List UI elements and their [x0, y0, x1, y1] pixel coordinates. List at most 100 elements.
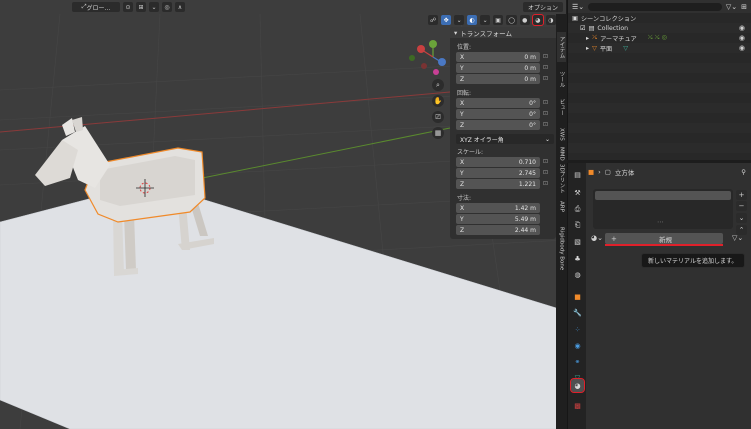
proportional-edit-toggle[interactable]: ◎ — [162, 2, 172, 12]
zoom-icon[interactable]: ⌕ — [432, 79, 444, 91]
tab-3d-print[interactable]: 3Dプリント — [557, 164, 566, 194]
pin-icon[interactable]: ⚲ — [741, 168, 746, 176]
camera-view-icon[interactable]: ⎚ — [432, 111, 444, 123]
outliner-empty-row — [568, 133, 751, 143]
transform-panel-header[interactable]: ▾ トランスフォーム — [450, 27, 556, 38]
modifier-tab-icon[interactable]: 🔧 — [571, 306, 584, 319]
scale-y-field[interactable]: Y 2.745 — [456, 168, 540, 178]
render-tab-icon[interactable]: ⎙ — [571, 203, 584, 216]
outliner-row-armature[interactable]: ▸ ⤯ アーマチュア ⤯ ⤯ ◎ ◉ — [568, 33, 751, 43]
lock-icon[interactable]: ⊡ — [543, 121, 551, 129]
material-slot-item[interactable] — [595, 191, 731, 200]
lock-icon[interactable]: ⊡ — [543, 110, 551, 118]
overlays-dropdown[interactable]: ⌄ — [454, 15, 465, 25]
wireframe-shading-button[interactable]: ◯ — [506, 15, 517, 25]
expand-arrow-icon[interactable]: ▸ — [586, 45, 589, 52]
pivot-point-dropdown[interactable]: ⊙ — [123, 2, 133, 12]
add-slot-button[interactable]: + — [736, 190, 747, 200]
world-tab-icon[interactable]: ◍ — [571, 268, 584, 281]
view-layer-tab-icon[interactable]: ▧ — [571, 235, 584, 248]
location-x-field[interactable]: X 0 m — [456, 52, 540, 62]
lock-icon[interactable]: ⊡ — [543, 53, 551, 61]
slot-specials-button[interactable]: ⌄ — [736, 213, 747, 223]
eye-icon[interactable]: ◉ — [739, 44, 745, 52]
editor-type-icon[interactable]: ▤ — [571, 168, 584, 181]
texture-tab-icon[interactable]: ▩ — [571, 399, 584, 412]
display-mode-icon[interactable]: ☰⌄ — [572, 3, 584, 11]
lock-icon[interactable]: ⊡ — [543, 169, 551, 177]
lock-icon[interactable]: ⊡ — [543, 99, 551, 107]
tab-view[interactable]: ビュー — [557, 96, 566, 118]
rotation-mode-dropdown[interactable]: XYZ オイラー角 ⌄ — [456, 134, 554, 144]
new-material-button[interactable]: + 新規 — [605, 233, 723, 246]
location-z-field[interactable]: Z 0 m — [456, 74, 540, 84]
scale-z-field[interactable]: Z 1.221 — [456, 179, 540, 189]
collection-icon: ▣ — [572, 14, 578, 22]
dimensions-x-field[interactable]: X 1.42 m — [456, 203, 540, 213]
new-collection-icon[interactable]: ⊞ — [741, 3, 747, 11]
particles-tab-icon[interactable]: ⁘ — [571, 323, 584, 336]
overlays-options-dropdown[interactable]: ⌄ — [480, 15, 491, 25]
snap-toggle[interactable]: ⊞ — [136, 2, 146, 12]
dimensions-z-field[interactable]: Z 2.44 m — [456, 225, 540, 235]
rotation-z-field[interactable]: Z 0° — [456, 120, 540, 130]
rendered-shading-button[interactable]: ◑ — [545, 15, 556, 25]
scale-x-field[interactable]: X 0.710 — [456, 157, 540, 167]
show-gizmo-toggle[interactable]: ☍ — [428, 15, 439, 25]
outliner-row-plane[interactable]: ▸ ▽ 平面 ▽ ◉ — [568, 43, 751, 53]
tab-tool[interactable]: ツール — [557, 66, 566, 92]
scale-z-value: 1.221 — [518, 180, 536, 188]
tab-arp[interactable]: ARP — [557, 196, 566, 216]
location-y-field[interactable]: Y 0 m — [456, 63, 540, 73]
expand-arrow-icon[interactable]: ▸ — [586, 35, 589, 42]
lock-icon[interactable]: ⊡ — [543, 64, 551, 72]
gizmo-toggle[interactable]: ✥ — [441, 15, 452, 25]
transform-orientation-dropdown[interactable]: ⤢ グロー... — [72, 2, 120, 12]
lock-icon[interactable]: ⊡ — [543, 75, 551, 83]
dimensions-y-field[interactable]: Y 5.49 m — [456, 214, 540, 224]
options-dropdown[interactable]: オプション — [523, 2, 563, 12]
rotation-y-field[interactable]: Y 0° — [456, 109, 540, 119]
remove-slot-button[interactable]: − — [736, 201, 747, 211]
lock-icon[interactable]: ⊡ — [543, 158, 551, 166]
constraints-tab-icon[interactable]: ⚭ — [571, 355, 584, 368]
output-tab-icon[interactable]: ⎗ — [571, 219, 584, 232]
material-browse-icon[interactable]: ◕⌄ — [591, 234, 603, 242]
material-preview-shading-button[interactable]: ◕ — [531, 14, 544, 26]
dimensions-z-value: 2.44 m — [514, 226, 536, 234]
orientation-gizmo[interactable] — [409, 40, 446, 75]
scene-tab-icon[interactable]: ♣ — [571, 252, 584, 265]
filter-icon[interactable]: ▽⌄ — [726, 3, 737, 11]
falloff-dropdown[interactable]: ∧ — [175, 2, 185, 12]
eye-icon[interactable]: ◉ — [739, 24, 745, 32]
pan-hand-icon[interactable]: ✋ — [432, 95, 444, 107]
rotation-x-field[interactable]: X 0° — [456, 98, 540, 108]
outliner-search-input[interactable] — [588, 2, 722, 11]
material-tab-icon[interactable]: ◕ — [570, 378, 585, 393]
object-tab-icon[interactable]: ■ — [571, 290, 584, 303]
tab-xws[interactable]: XWS — [557, 126, 566, 142]
perspective-toggle-icon[interactable]: ▦ — [432, 127, 444, 139]
resize-handle-icon[interactable]: ⋯ — [657, 218, 664, 226]
snap-target-dropdown[interactable]: ⌄ — [149, 2, 159, 12]
tool-tab-icon[interactable]: ⚒ — [571, 186, 584, 199]
outliner-row-collection[interactable]: ☑ ▤ Collection ◉ — [568, 23, 751, 33]
outliner-row-scene-collection[interactable]: ▣ シーンコレクション — [568, 13, 751, 23]
axis-label: X — [460, 204, 465, 212]
eye-icon[interactable]: ◉ — [739, 34, 745, 42]
checkbox-icon[interactable]: ☑ — [580, 25, 586, 32]
options-label: オプション — [527, 4, 558, 12]
tab-item[interactable]: アイテム — [557, 32, 566, 62]
tab-mmd[interactable]: MMD — [557, 146, 566, 162]
tab-rigidbody-bone[interactable]: Rigidbody Bone — [557, 219, 566, 279]
solid-shading-button[interactable]: ● — [519, 15, 530, 25]
red-underline-highlight — [605, 244, 723, 246]
physics-tab-icon[interactable]: ◉ — [571, 339, 584, 352]
filter-dropdown-icon[interactable]: ▽⌄ — [732, 234, 743, 242]
scale-y-value: 2.745 — [518, 169, 536, 177]
overlays-toggle[interactable]: ◐ — [467, 15, 478, 25]
lock-icon[interactable]: ⊡ — [543, 180, 551, 188]
3d-viewport[interactable]: ⤢ グロー... ⊙ ⊞ ⌄ ◎ ∧ オプション ☍ ✥ ⌄ ◐ ⌄ ▣ ◯ ●… — [0, 0, 566, 429]
xray-toggle[interactable]: ▣ — [493, 15, 504, 25]
material-slot-list[interactable]: ⋯ — [593, 189, 733, 229]
